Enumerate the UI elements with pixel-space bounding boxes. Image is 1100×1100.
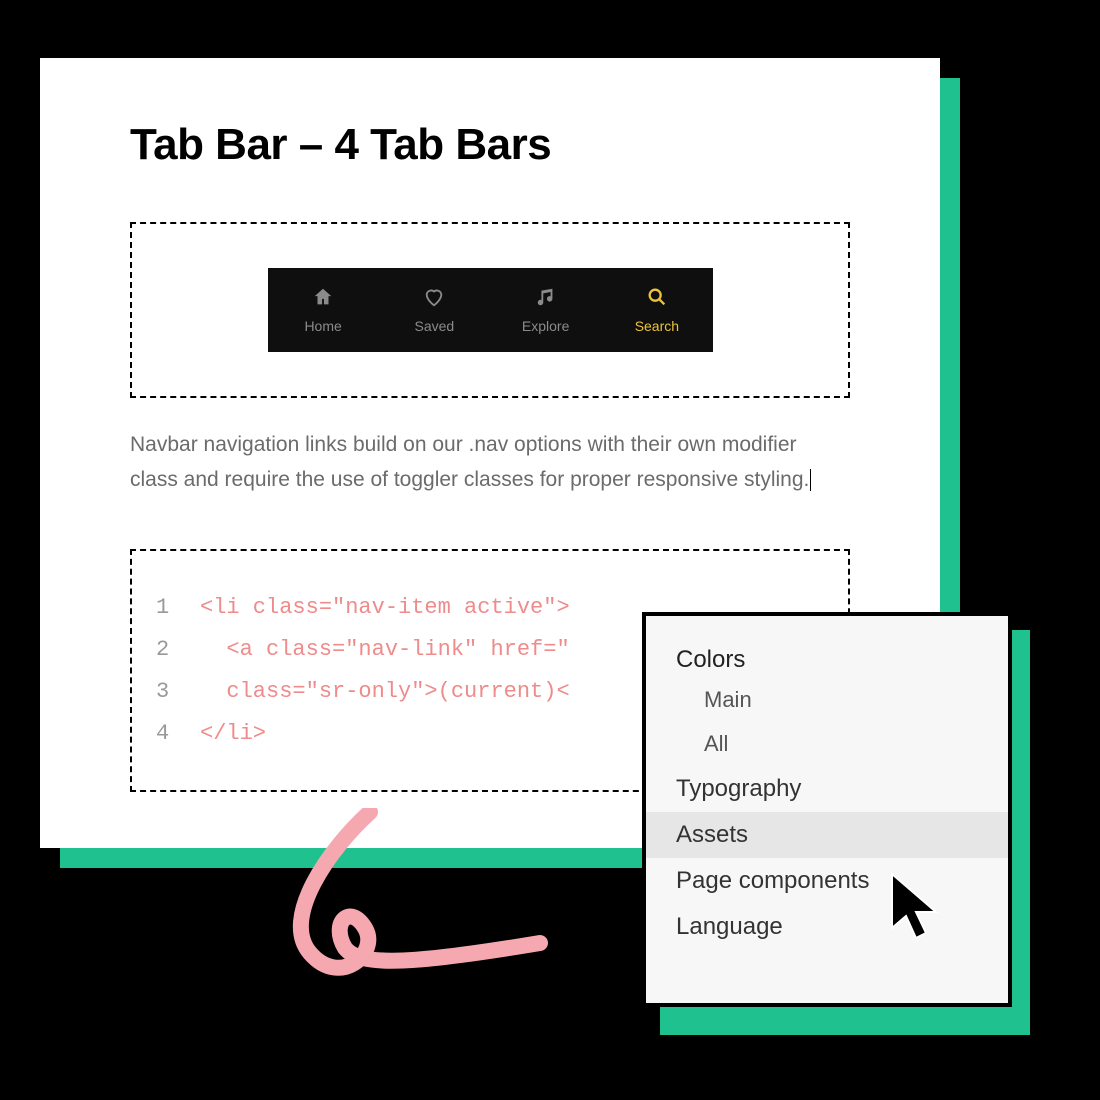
tab-search[interactable]: Search	[601, 286, 712, 334]
search-icon	[646, 286, 668, 308]
menu-item-page-components[interactable]: Page components	[646, 858, 1008, 904]
text-cursor	[810, 469, 811, 491]
tab-label: Saved	[415, 318, 455, 334]
music-icon	[535, 286, 557, 308]
code-text: <li class="nav-item active">	[200, 587, 570, 629]
tab-saved[interactable]: Saved	[379, 286, 490, 334]
code-text: class="sr-only">(current)<	[200, 671, 570, 713]
line-number: 2	[156, 629, 200, 671]
page-title: Tab Bar – 4 Tab Bars	[130, 120, 850, 170]
line-number: 4	[156, 713, 200, 755]
description-text: Navbar navigation links build on our .na…	[130, 428, 850, 497]
context-menu: Colors Main All Typography Assets Page c…	[642, 612, 1012, 1007]
line-number: 3	[156, 671, 200, 713]
tab-home[interactable]: Home	[268, 286, 379, 334]
menu-item-language[interactable]: Language	[646, 904, 1008, 950]
menu-heading-colors[interactable]: Colors	[646, 642, 1008, 678]
home-icon	[312, 286, 334, 308]
tab-label: Explore	[522, 318, 569, 334]
code-text: <a class="nav-link" href="	[200, 629, 570, 671]
tab-bar-preview-box: Home Saved Explore Search	[130, 222, 850, 398]
tab-label: Search	[635, 318, 679, 334]
line-number: 1	[156, 587, 200, 629]
heart-icon	[423, 286, 445, 308]
tab-bar: Home Saved Explore Search	[268, 268, 713, 352]
code-text: </li>	[200, 713, 266, 755]
tab-explore[interactable]: Explore	[490, 286, 601, 334]
menu-item-typography[interactable]: Typography	[646, 766, 1008, 812]
menu-sub-main[interactable]: Main	[646, 678, 1008, 722]
menu-sub-all[interactable]: All	[646, 722, 1008, 766]
menu-item-assets[interactable]: Assets	[646, 812, 1008, 858]
tab-label: Home	[304, 318, 341, 334]
